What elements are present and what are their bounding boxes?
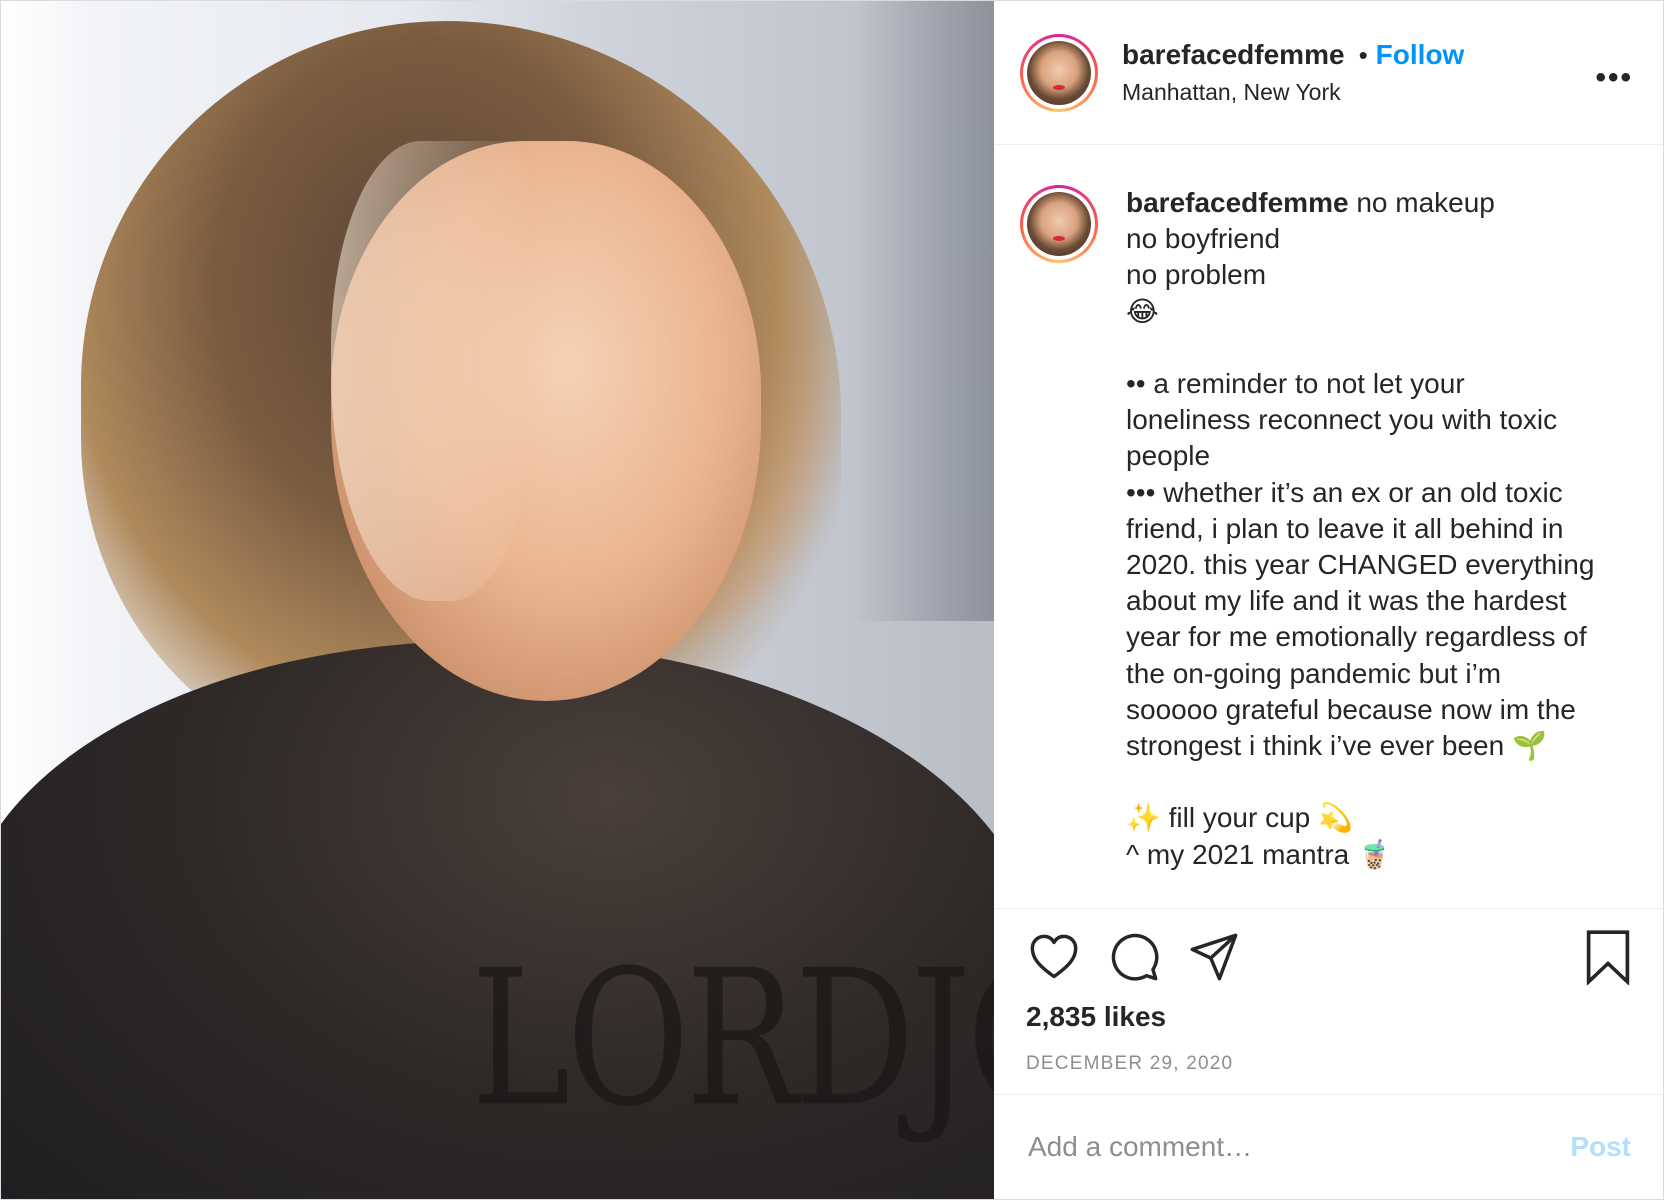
header-text: barefacedfemme • Follow Manhattan, New Y… [1122, 39, 1464, 106]
caption-area: barefacedfemme no makeup no boyfriend no… [994, 145, 1663, 909]
comment-button[interactable] [1106, 929, 1162, 985]
location-link[interactable]: Manhattan, New York [1122, 79, 1464, 106]
save-button[interactable] [1583, 929, 1633, 987]
caption-line: strongest i think i’ve ever been 🌱 [1126, 730, 1547, 762]
avatar-inner [1023, 36, 1095, 109]
comment-input[interactable] [1026, 1130, 1571, 1164]
photo-wall-shadow [854, 1, 994, 621]
caption-line: ^ my 2021 mantra 🧋 [1126, 838, 1392, 870]
caption-line: no problem [1126, 259, 1267, 291]
heart-icon [1030, 934, 1078, 979]
caption-line: ••• whether it’s an ex or an old toxic [1126, 476, 1563, 508]
likes-count[interactable]: 2,835 likes [1026, 1001, 1633, 1033]
caption-line [1126, 764, 1626, 800]
like-button[interactable] [1026, 929, 1082, 985]
caption-line: 2020. this year CHANGED everything [1126, 549, 1595, 581]
caption-line: people [1126, 440, 1211, 472]
caption-avatar[interactable] [1020, 185, 1098, 263]
action-icon-row [1026, 929, 1633, 985]
caption-first-line: barefacedfemme no makeup [1126, 185, 1626, 221]
caption-line: 😂 [1126, 295, 1159, 327]
caption-first-text: no makeup [1348, 187, 1495, 218]
comment-icon [1111, 933, 1159, 981]
post-header: barefacedfemme • Follow Manhattan, New Y… [994, 1, 1663, 145]
more-options-button[interactable]: ••• [1595, 61, 1633, 95]
post-comment-button[interactable]: Post [1570, 1131, 1631, 1163]
post-photo[interactable]: LORDJONES [1, 1, 994, 1199]
caption-line: ✨ fill your cup 💫 [1126, 802, 1353, 834]
post-date[interactable]: DECEMBER 29, 2020 [1026, 1053, 1633, 1075]
instagram-post: LORDJONES barefacedfemme • Follow Manhat… [0, 0, 1664, 1200]
header-username[interactable]: barefacedfemme [1122, 39, 1345, 71]
share-button[interactable] [1186, 929, 1242, 985]
share-icon [1190, 933, 1238, 981]
avatar[interactable] [1020, 33, 1098, 112]
caption-line: loneliness reconnect you with toxic [1126, 404, 1558, 436]
follow-button[interactable]: Follow [1376, 39, 1465, 71]
separator-dot: • [1358, 39, 1368, 70]
profile-avatar-icon [1027, 40, 1091, 105]
caption-line: about my life and it was the hardest [1126, 585, 1567, 617]
caption-username[interactable]: barefacedfemme [1126, 187, 1349, 218]
comment-bar: Post [994, 1095, 1663, 1199]
caption-line: year for me emotionally regardless of [1126, 621, 1587, 653]
caption-body: barefacedfemme no makeup no boyfriend no… [1126, 185, 1626, 908]
avatar-inner [1023, 188, 1095, 260]
bookmark-icon [1586, 930, 1630, 987]
post-side-panel: barefacedfemme • Follow Manhattan, New Y… [994, 1, 1663, 1199]
username-row: barefacedfemme • Follow [1122, 39, 1464, 71]
action-section: 2,835 likes DECEMBER 29, 2020 [994, 909, 1663, 1095]
caption-line: no boyfriend [1126, 223, 1281, 255]
profile-avatar-icon [1027, 192, 1091, 256]
caption-line: the on-going pandemic but i’m [1126, 657, 1502, 689]
caption-line: •• a reminder to not let your [1126, 368, 1465, 399]
sweater-print-text: LORDJONES [471, 931, 994, 1149]
caption-line: friend, i plan to leave it all behind in [1126, 512, 1564, 544]
caption-line: sooooo grateful because now im the [1126, 693, 1576, 725]
caption-line [1126, 330, 1626, 366]
photo-sunlight [331, 141, 531, 601]
